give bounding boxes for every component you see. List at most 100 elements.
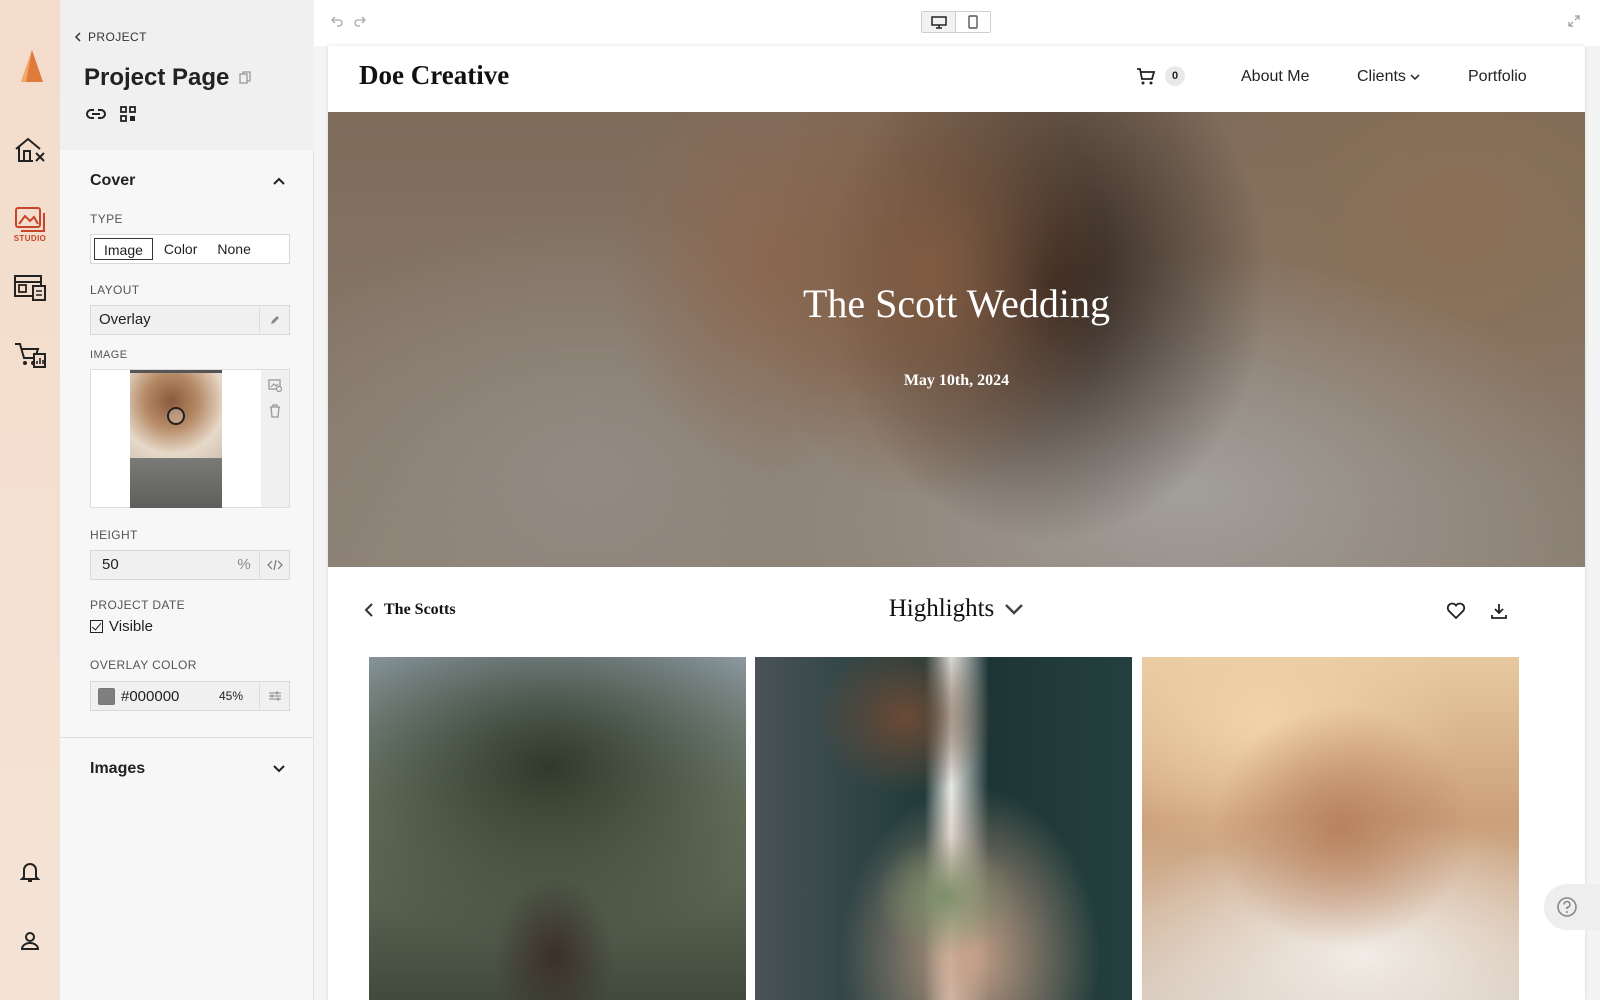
settings-panel: PROJECT Project Page Cover TYPE Image Co… — [60, 0, 314, 1000]
nav-about-me[interactable]: About Me — [1241, 68, 1309, 86]
rail-item-pages[interactable] — [0, 274, 60, 302]
download-button[interactable] — [1490, 602, 1508, 625]
rail-item-home[interactable] — [0, 136, 60, 164]
height-code-toggle[interactable] — [259, 551, 289, 579]
focal-point-handle[interactable] — [167, 407, 185, 425]
delete-image-button[interactable] — [269, 404, 281, 418]
download-icon — [1491, 604, 1507, 619]
collection-selector[interactable]: Highlights — [328, 595, 1585, 623]
mobile-icon — [968, 15, 978, 29]
chevron-up-icon — [273, 177, 285, 185]
layout-label: LAYOUT — [90, 283, 140, 297]
sliders-icon — [268, 691, 281, 701]
type-option-image[interactable]: Image — [94, 238, 153, 260]
cart-button[interactable]: 0 — [1136, 66, 1185, 86]
panel-header: PROJECT Project Page — [60, 0, 314, 150]
cart-icon — [1137, 68, 1156, 85]
project-date-visible-checkbox[interactable]: Visible — [90, 618, 153, 635]
cover-image-picker — [90, 369, 290, 508]
site-brand[interactable]: Doe Creative — [359, 60, 509, 91]
link-icon — [86, 109, 106, 119]
cover-hero[interactable]: The Scott Wedding May 10th, 2024 — [328, 112, 1585, 567]
height-value[interactable]: 50 — [91, 551, 229, 579]
replace-image-icon — [268, 379, 282, 392]
images-section-header[interactable]: Images — [90, 760, 286, 778]
undo-icon — [331, 16, 343, 27]
type-option-color[interactable]: Color — [155, 238, 206, 260]
chevron-left-icon — [74, 32, 81, 42]
undo-button[interactable] — [331, 14, 343, 32]
user-icon — [20, 932, 40, 950]
nav-clients[interactable]: Clients — [1357, 68, 1420, 86]
rail-item-account[interactable] — [0, 930, 60, 952]
overlay-color-label: OVERLAY COLOR — [90, 658, 197, 672]
gallery-photo[interactable] — [755, 657, 1132, 1000]
checkbox-checked[interactable] — [90, 620, 103, 633]
studio-caption: STUDIO — [13, 234, 47, 243]
redo-button[interactable] — [354, 14, 366, 32]
type-option-none[interactable]: None — [208, 238, 259, 260]
visible-label: Visible — [109, 618, 153, 635]
gallery-toolbar: The Scotts Highlights — [328, 567, 1585, 667]
trash-icon — [270, 404, 280, 418]
rail-item-studio[interactable]: STUDIO — [0, 205, 60, 243]
replace-image-button[interactable] — [268, 378, 282, 392]
site-preview: Doe Creative 0 About Me Clients Portfoli… — [328, 46, 1585, 1000]
edit-layout-button[interactable] — [259, 306, 289, 334]
redo-icon — [354, 16, 366, 27]
home-settings-icon — [15, 137, 45, 162]
height-label: HEIGHT — [90, 528, 138, 542]
layout-value: Overlay — [99, 311, 151, 328]
cover-overlay — [328, 112, 1585, 567]
favorite-button[interactable] — [1446, 602, 1466, 625]
overlay-color-input[interactable]: #000000 45% — [90, 681, 290, 711]
cart-stats-icon — [15, 343, 46, 368]
studio-icon — [15, 207, 45, 232]
type-label: TYPE — [90, 212, 123, 226]
rail-item-store[interactable] — [0, 340, 60, 370]
copy-link-button[interactable] — [86, 106, 106, 122]
chevron-down-icon — [273, 765, 285, 773]
desktop-icon — [930, 15, 947, 29]
app-rail: STUDIO — [0, 0, 60, 1000]
project-date-label: PROJECT DATE — [90, 598, 186, 612]
cart-count-badge: 0 — [1165, 66, 1185, 86]
site-header: Doe Creative 0 About Me Clients Portfoli… — [328, 46, 1585, 112]
breadcrumb[interactable]: PROJECT — [74, 30, 147, 44]
color-adjust-button[interactable] — [259, 682, 289, 710]
height-input[interactable]: 50 % — [90, 550, 290, 580]
section-divider — [60, 737, 314, 738]
duplicate-page-button[interactable] — [239, 71, 252, 85]
help-icon — [1557, 897, 1577, 917]
cover-section-header[interactable]: Cover — [90, 172, 286, 190]
overlay-hex-value[interactable]: #000000 — [121, 688, 219, 705]
cover-type-toggle: Image Color None — [90, 234, 290, 264]
images-section-title: Images — [90, 760, 146, 777]
bell-icon — [19, 863, 41, 882]
app-logo[interactable] — [0, 48, 60, 84]
layout-select[interactable]: Overlay — [90, 305, 290, 335]
editor-toolbar — [314, 0, 1600, 46]
gallery-photo[interactable] — [1142, 657, 1519, 1000]
hero-date: May 10th, 2024 — [903, 372, 1010, 389]
nav-clients-label: Clients — [1357, 68, 1406, 85]
breadcrumb-label: PROJECT — [88, 30, 147, 44]
mobile-view-button[interactable] — [956, 12, 990, 32]
fullscreen-button[interactable] — [1568, 14, 1580, 32]
image-label: IMAGE — [90, 349, 128, 361]
overlay-opacity-value[interactable]: 45% — [219, 689, 259, 703]
heart-icon — [1446, 602, 1466, 620]
desktop-view-button[interactable] — [922, 12, 957, 32]
cover-image-thumbnail[interactable] — [130, 370, 222, 508]
pencil-icon — [270, 316, 279, 324]
gallery-photo[interactable] — [369, 657, 746, 1000]
color-swatch[interactable] — [98, 687, 115, 705]
code-icon — [266, 559, 283, 571]
height-unit: % — [237, 556, 251, 573]
collection-title: Highlights — [888, 595, 995, 622]
nav-portfolio[interactable]: Portfolio — [1468, 68, 1527, 86]
qr-code-button[interactable] — [120, 106, 136, 122]
help-button[interactable] — [1544, 884, 1600, 930]
rail-item-notifications[interactable] — [0, 860, 60, 884]
page-title: Project Page — [84, 64, 230, 91]
